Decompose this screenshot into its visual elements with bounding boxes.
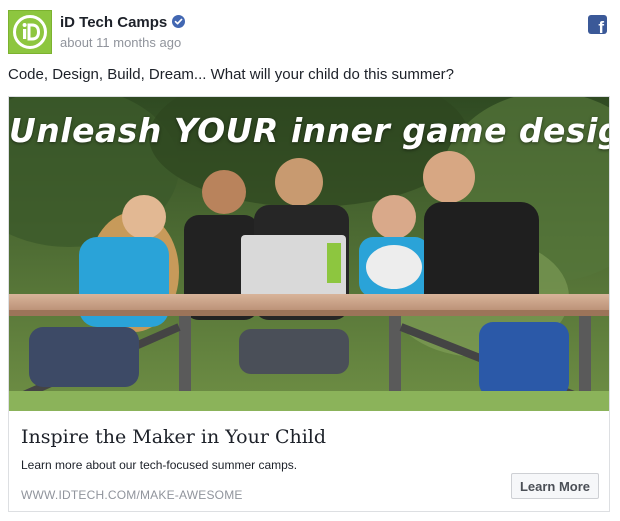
learn-more-button[interactable]: Learn More: [511, 473, 599, 499]
card-footer[interactable]: Inspire the Maker in Your Child Learn mo…: [9, 412, 609, 511]
link-preview-card[interactable]: Unleash YOUR inner game designer! Inspir…: [8, 96, 610, 512]
page-name-link[interactable]: iD Tech Camps: [60, 14, 186, 31]
card-image[interactable]: Unleash YOUR inner game designer!: [9, 97, 609, 411]
page-name[interactable]: iD Tech Camps: [60, 14, 167, 31]
sponsored-post: iD Tech Camps about 11 months ago f Code…: [0, 0, 620, 521]
card-domain: WWW.IDTECH.COM/MAKE-AWESOME: [21, 488, 243, 502]
page-avatar[interactable]: [8, 10, 52, 54]
facebook-icon-glyph: f: [598, 18, 604, 37]
card-description: Learn more about our tech-focused summer…: [21, 458, 298, 472]
verified-badge-icon: [172, 15, 186, 28]
post-message: Code, Design, Build, Dream... What will …: [8, 66, 455, 83]
card-title[interactable]: Inspire the Maker in Your Child: [21, 426, 326, 448]
facebook-icon: f: [588, 15, 607, 37]
image-headline: Unleash YOUR inner game designer!: [9, 111, 609, 150]
post-timestamp[interactable]: about 11 months ago: [60, 35, 181, 50]
idtech-logo-icon: [13, 15, 47, 49]
